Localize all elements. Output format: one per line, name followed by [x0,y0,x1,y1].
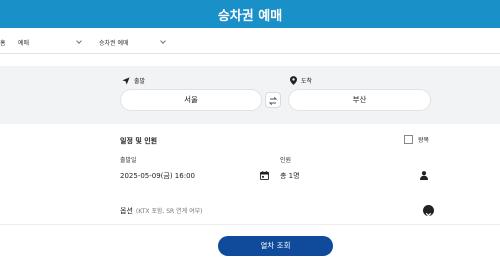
options-expand-button[interactable] [423,205,434,217]
breadcrumb-reservation-dropdown[interactable]: 예매 [18,38,82,47]
breadcrumb-ticket-dropdown[interactable]: 승차권 예매 [99,38,166,47]
arrival-label-text: 도착 [301,78,313,85]
swap-icon [268,97,278,105]
person-icon[interactable] [420,171,428,180]
breadcrumb: 홈 예매 승차권 예매 [0,28,500,54]
roundtrip-checkbox[interactable]: 왕복 [404,135,429,144]
departure-date-value: 2025-05-09(금) 16:00 [120,172,195,180]
options-label: 옵션 [120,207,133,215]
app-header: 승차권 예매 [0,0,500,28]
search-button-label: 열차 조회 [260,241,291,250]
station-selector: 출발 서울 도착 부산 [0,66,500,124]
arrival-station-field[interactable]: 부산 [288,89,431,111]
search-trains-button[interactable]: 열차 조회 [218,236,333,256]
calendar-icon[interactable] [260,171,269,180]
schedule-section-title: 일정 및 인원 [120,137,158,145]
departure-date-field[interactable]: 2025-05-09(금) 16:00 [120,171,195,181]
date-label: 출발일 [120,157,137,164]
passenger-count-value: 총 1명 [280,172,300,180]
options-note: (KTX 포함, SR 연계 여부) [135,208,203,215]
navigation-arrow-icon [122,76,130,85]
departure-label: 출발 [122,76,145,85]
arrival-station-value: 부산 [352,95,367,104]
breadcrumb-level1-label: 예매 [18,40,30,47]
chevron-down-icon [159,38,166,44]
departure-label-text: 출발 [134,78,146,85]
departure-station-value: 서울 [184,95,198,104]
divider [0,224,500,225]
breadcrumb-level2-label: 승차권 예매 [99,40,129,47]
swap-stations-button[interactable] [265,92,281,108]
breadcrumb-home[interactable]: 홈 [0,38,6,47]
checkbox-box[interactable] [404,135,413,144]
breadcrumb-home-label: 홈 [0,40,6,47]
options-row: 옵션 (KTX 포함, SR 연계 여부) [120,206,202,216]
passenger-count-field[interactable]: 총 1명 [280,171,300,181]
location-pin-icon [290,76,297,85]
passenger-label: 인원 [280,157,292,164]
departure-station-field[interactable]: 서울 [120,89,262,111]
arrival-label: 도착 [290,76,312,85]
chevron-down-icon [425,212,432,217]
roundtrip-label: 왕복 [418,137,430,144]
page-title: 승차권 예매 [217,9,283,24]
chevron-down-icon [76,38,82,44]
